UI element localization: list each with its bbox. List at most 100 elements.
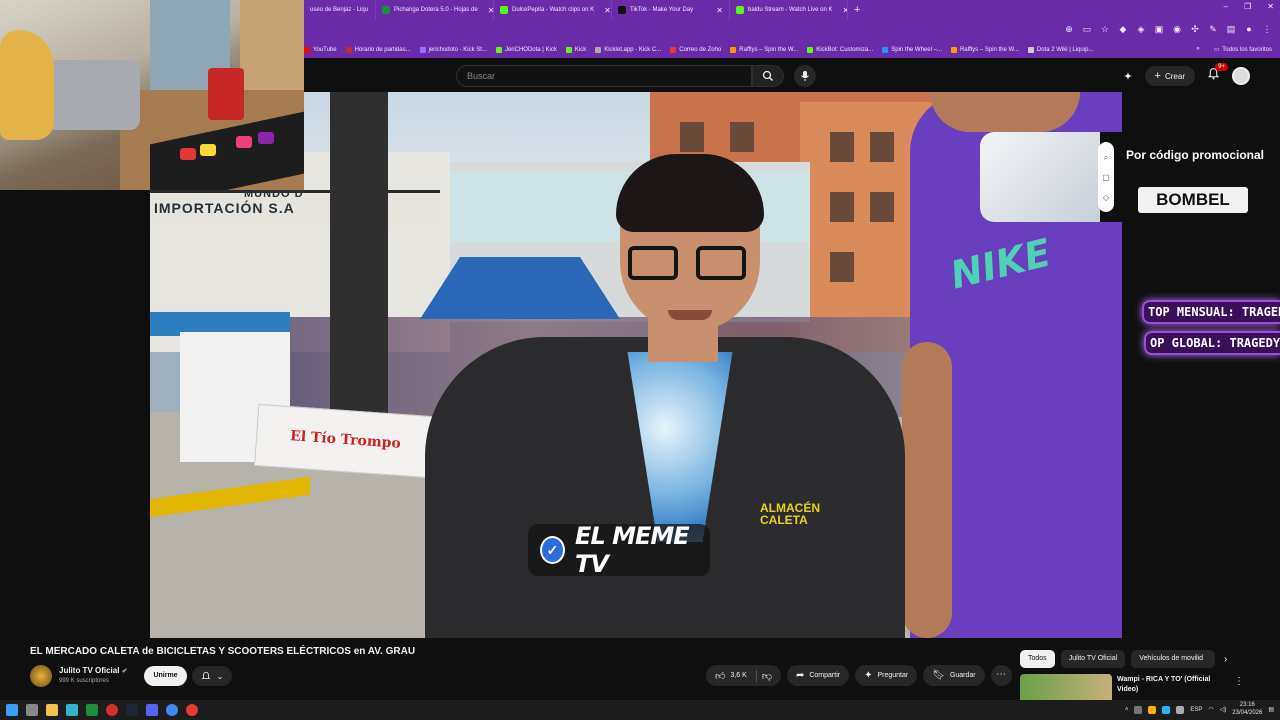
recommended-more-icon[interactable]: ⋮ [1234,676,1244,687]
join-button[interactable]: Unirme [144,666,187,686]
webcam-sticker [236,136,252,148]
more-actions-button[interactable]: ⋯ [990,665,1012,686]
voice-search-button[interactable] [794,65,816,87]
language-indicator[interactable]: ESP [1190,707,1202,713]
kick-icon [807,47,814,53]
thumbs-down-icon[interactable]: 👎︎ [762,670,772,682]
browser-tab[interactable]: Pichanga Dotera 5.0 - Hojas de ✕ [376,0,494,20]
volume-icon[interactable]: ◁) [1220,706,1227,713]
excel-icon[interactable] [86,704,98,716]
edit-icon[interactable]: ✎ [1208,24,1218,35]
bookmark-item[interactable]: Rafflys – Spin the W... [950,47,1019,53]
tray-icon[interactable] [1176,705,1185,714]
bookmark-item[interactable]: Horario de partidas... [345,47,411,53]
save-button[interactable]: 🔖︎ Guardar [923,665,985,686]
tray-icon[interactable] [1162,705,1171,714]
chip-vehicles[interactable]: Vehículos de movilid [1131,650,1216,668]
gift-icon: ▢ [1102,173,1110,182]
tray-icon[interactable] [1134,705,1143,714]
recommended-video-title[interactable]: Wampi - RICA Y TO' (Official Video) [1117,675,1225,695]
minimize-button[interactable]: – [1224,2,1228,11]
close-icon[interactable]: ✕ [482,6,493,15]
browser-tab[interactable]: TikTok - Make Your Day ✕ [612,0,730,20]
notification-center-icon[interactable]: ▤ [1268,706,1274,713]
opera-icon[interactable] [106,704,118,716]
bookmark-item[interactable]: KickBot: Customiza... [807,47,873,53]
clock[interactable]: 23:16 23/04/2026 [1232,702,1262,718]
windows-taskbar: ˄ ESP ◠ ◁) 23:16 23/04/2026 ▤ [0,700,1280,720]
bookmark-label: KickBot: Customiza... [816,47,874,53]
windows-start-icon[interactable] [6,704,18,716]
like-button[interactable]: 👍︎ 3,6 K 👎︎ [706,665,781,686]
bookmark-item[interactable]: Spin the Wheel –... [882,47,942,53]
kick-icon [736,6,744,14]
bookmark-item[interactable]: jerichodoto - Kick St... [419,47,487,53]
wifi-icon[interactable]: ◠ [1208,706,1213,713]
bookmark-item[interactable]: Correo de Zoho [670,47,721,53]
all-favorites-folder[interactable]: ▭ Todos los favoritos [1214,46,1272,54]
chevron-right-icon[interactable]: › [1224,654,1227,665]
browser-tab[interactable]: DulcePepita - Watch clips on K ✕ [494,0,612,20]
sidebar-icon[interactable]: ▤ [1226,24,1236,35]
search-button[interactable] [752,65,784,87]
extension-icon[interactable]: ◈ [1136,24,1146,35]
search-icon[interactable] [26,704,38,716]
zoom-icon[interactable]: ⊕ [1064,24,1074,35]
gamepad-icon[interactable]: ✦ [1123,70,1132,83]
puzzle-icon[interactable]: ✣ [1190,24,1200,35]
file-explorer-icon[interactable] [46,704,58,716]
star-icon[interactable]: ☆ [1100,24,1110,35]
chip-all[interactable]: Todos [1020,650,1055,668]
bookmark-item[interactable]: YouTube [304,47,337,53]
bookmark-item[interactable]: Kick [565,47,586,53]
bookmark-icon [950,47,957,53]
browser-tab[interactable]: useo de Benjaz - Liqu✕ [304,0,376,20]
extension-icon[interactable]: ▣ [1154,24,1164,35]
video-store-sign-text: MUNDO D IMPORTACIÓN S.A [154,188,304,216]
app-icon[interactable] [66,704,78,716]
create-button[interactable]: + Crear [1144,66,1195,86]
maximize-button[interactable]: ❐ [1244,2,1251,11]
new-tab-button[interactable]: + [848,4,866,16]
bookmark-item[interactable]: Kicklet.app - Kick C... [595,47,661,53]
bookmark-icon [1027,47,1034,53]
subscriber-count: 999 K suscriptores [59,678,109,684]
ask-label: Preguntar [877,672,909,679]
channel-name[interactable]: Julito TV Oficial ✔ [59,666,128,675]
discord-icon[interactable] [146,704,158,716]
browser-tab[interactable]: baldu Stream - Watch Live on K✕ [730,0,848,20]
notifications-button[interactable]: 9+ [1207,63,1228,85]
channel-avatar[interactable] [30,665,52,687]
bookmark-label: Correo de Zoho [679,47,722,53]
steam-icon[interactable] [126,704,138,716]
rank-monthly-badge: TOP MENSUAL: TRAGEDY_ [1142,300,1280,324]
extension-icon[interactable]: ◆ [1118,24,1128,35]
account-avatar[interactable] [1232,67,1250,85]
glasses-lens [696,246,746,280]
cast-icon[interactable]: ▭ [1082,24,1092,35]
extension-icon[interactable]: ◉ [1172,24,1182,35]
close-window-button[interactable]: ✕ [1267,2,1274,11]
bookmark-icon [882,47,889,53]
subscription-bell-button[interactable]: ⌄ [192,666,232,686]
bookmark-item[interactable]: Rafflys – Spin the W... [730,47,798,53]
recommended-video-thumbnail[interactable] [1020,674,1112,700]
profile-icon[interactable]: ● [1244,24,1254,35]
ask-button[interactable]: ✦ Preguntar [855,665,918,686]
chip-channel[interactable]: Julito TV Oficial [1060,650,1126,668]
search-input[interactable]: Buscar [456,65,752,87]
bookmark-item[interactable]: JeriCHODota | Kick [495,47,557,53]
menu-icon[interactable]: ⋮ [1262,24,1272,35]
bookmark-item[interactable]: Dota 2 Wiki | Liquip... [1027,47,1093,53]
share-button[interactable]: ➦ Compartir [786,665,850,686]
chrome-icon[interactable] [166,704,178,716]
close-icon[interactable]: ✕ [836,6,847,15]
tray-icon[interactable] [1148,705,1157,714]
close-icon[interactable]: ✕ [710,6,723,15]
promo-code-overlay: ⌕ ▢ ◇ Por código promocional BOMBEL [980,132,1280,222]
chevron-down-icon: ⌄ [216,671,224,681]
close-icon[interactable]: ✕ [598,6,611,15]
obs-icon[interactable] [186,704,198,716]
more-bookmarks-button[interactable]: » [1196,46,1199,53]
chevron-up-icon[interactable]: ˄ [1125,707,1129,713]
